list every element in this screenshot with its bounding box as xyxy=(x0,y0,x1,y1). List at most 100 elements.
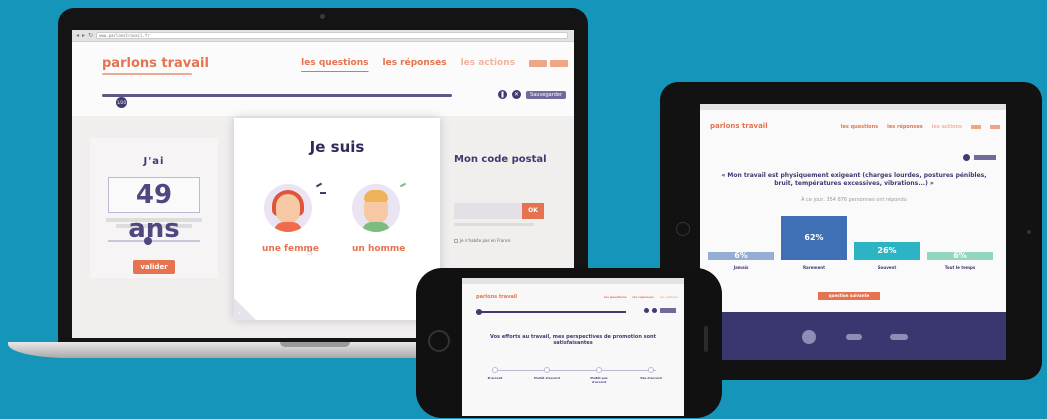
next-question-button[interactable]: question suivante xyxy=(818,292,880,300)
tablet-nav-questions[interactable]: les questions xyxy=(841,124,878,130)
scale-option-1[interactable] xyxy=(492,367,498,373)
tablet-nav-answers[interactable]: les réponses xyxy=(887,124,923,130)
male-spark-icon xyxy=(399,182,407,188)
phone-pause-icon[interactable] xyxy=(644,308,649,313)
abroad-checkbox[interactable] xyxy=(454,238,458,243)
tablet-header: parlons travail les questions les répons… xyxy=(700,110,1006,150)
phone-device: parlons travail les questions les répons… xyxy=(416,268,722,418)
abroad-label: Je n'habite pas en France xyxy=(460,238,511,243)
facebook-share-button[interactable] xyxy=(529,59,547,67)
url-bar[interactable]: www.parlonstravail.fr xyxy=(96,32,568,39)
phone-nav: les questions les réponses les actions xyxy=(604,295,678,299)
male-body xyxy=(362,222,390,232)
phone-nav-questions[interactable]: les questions xyxy=(604,295,626,299)
pause-icon[interactable]: ❚ xyxy=(498,90,508,99)
site-logo[interactable]: parlons travail xyxy=(102,56,209,71)
tablet-nav: les questions les réponses les actions xyxy=(841,124,1000,130)
tablet-share-button[interactable] xyxy=(990,125,1000,129)
age-panel: J'ai 49 ans valider xyxy=(90,138,218,278)
phone-logo[interactable]: parlons travail xyxy=(476,294,517,300)
nav-actions[interactable]: les actions xyxy=(461,58,515,68)
tablet-nav-actions[interactable]: les actions xyxy=(932,124,962,130)
female-face xyxy=(276,194,300,224)
main-nav: les questions les réponses les actions xyxy=(301,58,574,68)
result-bar-4: 6% xyxy=(927,252,993,260)
scale-option-3[interactable] xyxy=(596,367,602,373)
abroad-option[interactable]: Je n'habite pas en France xyxy=(454,238,574,243)
phone-scale-line xyxy=(492,370,656,371)
tablet-save-button[interactable] xyxy=(974,155,996,160)
phone-browser-bar xyxy=(462,278,684,284)
social-buttons xyxy=(529,59,568,67)
reload-icon[interactable]: ↻ xyxy=(88,32,93,39)
result-label-1: Jamais xyxy=(733,265,749,270)
tablet-logo[interactable]: parlons travail xyxy=(710,122,768,130)
scale-option-4[interactable] xyxy=(648,367,654,373)
nav-answers[interactable]: les réponses xyxy=(383,58,447,68)
phone-close-icon[interactable] xyxy=(652,308,657,313)
age-slider[interactable] xyxy=(108,237,200,245)
female-spark-icon xyxy=(320,192,326,194)
partner-logo xyxy=(802,330,816,344)
result-label-4: Tout le temps xyxy=(944,265,976,270)
validate-button[interactable]: valider xyxy=(133,260,175,274)
phone-nav-actions[interactable]: les actions xyxy=(660,295,678,299)
progress-indicator: 1/20 xyxy=(116,97,127,108)
phone-screen: parlons travail les questions les répons… xyxy=(462,278,684,416)
gender-card: Je suis une femme un homme ☝ ‹ xyxy=(234,118,440,320)
scale-label-3: Plutôt pas d'accord xyxy=(590,376,608,384)
postal-row: OK xyxy=(454,203,574,219)
postal-title: Mon code postal xyxy=(454,154,547,165)
result-bar-3: 26% xyxy=(854,242,920,260)
partner-logo xyxy=(890,334,908,340)
postal-code-input[interactable] xyxy=(454,203,522,219)
female-spark-icon xyxy=(315,182,323,188)
phone-actions xyxy=(644,308,676,313)
age-value: 49 ans xyxy=(108,177,200,244)
tablet-results-chart: 6% Jamais 62% Rarement 26% Souvent 6% Tout le t… xyxy=(708,216,1000,270)
female-avatar[interactable] xyxy=(264,184,312,232)
tablet-footer xyxy=(700,312,1006,360)
progress-actions: ❚ ✕ Sauvegarder xyxy=(498,90,566,99)
close-icon[interactable]: ✕ xyxy=(512,90,522,99)
scale-label-1: D'accord xyxy=(487,376,503,380)
phone-home-button[interactable] xyxy=(428,330,450,352)
save-button[interactable]: Sauvegarder xyxy=(526,90,566,99)
previous-arrow-icon[interactable]: ‹ xyxy=(238,308,241,317)
progress-row: 1/20 ❚ ✕ Sauvegarder xyxy=(72,78,574,116)
age-slider-handle[interactable] xyxy=(144,237,152,245)
male-hair xyxy=(364,190,388,202)
tablet-screen: parlons travail les questions les répons… xyxy=(700,104,1006,360)
scale-label-2: Plutôt d'accord xyxy=(534,376,560,380)
tablet-close-icon[interactable] xyxy=(963,154,970,161)
twitter-share-button[interactable] xyxy=(550,59,568,67)
phone-question: Vos efforts au travail, mes perspectives… xyxy=(490,334,656,346)
tablet-respondents: À ce jour, 354 876 personnes ont répondu xyxy=(801,197,907,203)
tablet-camera xyxy=(1027,230,1031,234)
back-icon[interactable]: ◂ xyxy=(76,32,79,39)
result-label-3: Souvent xyxy=(877,265,897,270)
scale-option-2[interactable] xyxy=(544,367,550,373)
phone-nav-answers[interactable]: les réponses xyxy=(633,295,654,299)
laptop-camera xyxy=(320,14,325,19)
phone-progress-track xyxy=(476,311,626,313)
male-option[interactable]: un homme xyxy=(352,244,405,254)
partner-logo xyxy=(846,334,862,340)
age-title: J'ai xyxy=(143,156,165,167)
postal-ok-button[interactable]: OK xyxy=(522,203,544,219)
tablet-question: « Mon travail est physiquement exigeant … xyxy=(721,172,987,187)
logo-underline xyxy=(102,73,192,75)
progress-track xyxy=(102,94,452,97)
forward-icon[interactable]: ▸ xyxy=(82,32,85,39)
tablet-home-button[interactable] xyxy=(676,222,690,236)
laptop-notch xyxy=(280,342,350,347)
hand-cursor-icon: ☝ xyxy=(307,248,313,258)
tablet-share-button[interactable] xyxy=(971,125,981,129)
male-avatar[interactable] xyxy=(352,184,400,232)
browser-bar: ◂ ▸ ↻ www.parlonstravail.fr xyxy=(72,30,574,42)
phone-save-button[interactable] xyxy=(660,308,676,313)
phone-speaker xyxy=(704,326,708,352)
nav-questions[interactable]: les questions xyxy=(301,58,368,68)
phone-progress-indicator xyxy=(476,309,482,315)
gender-card-title: Je suis xyxy=(309,138,365,156)
